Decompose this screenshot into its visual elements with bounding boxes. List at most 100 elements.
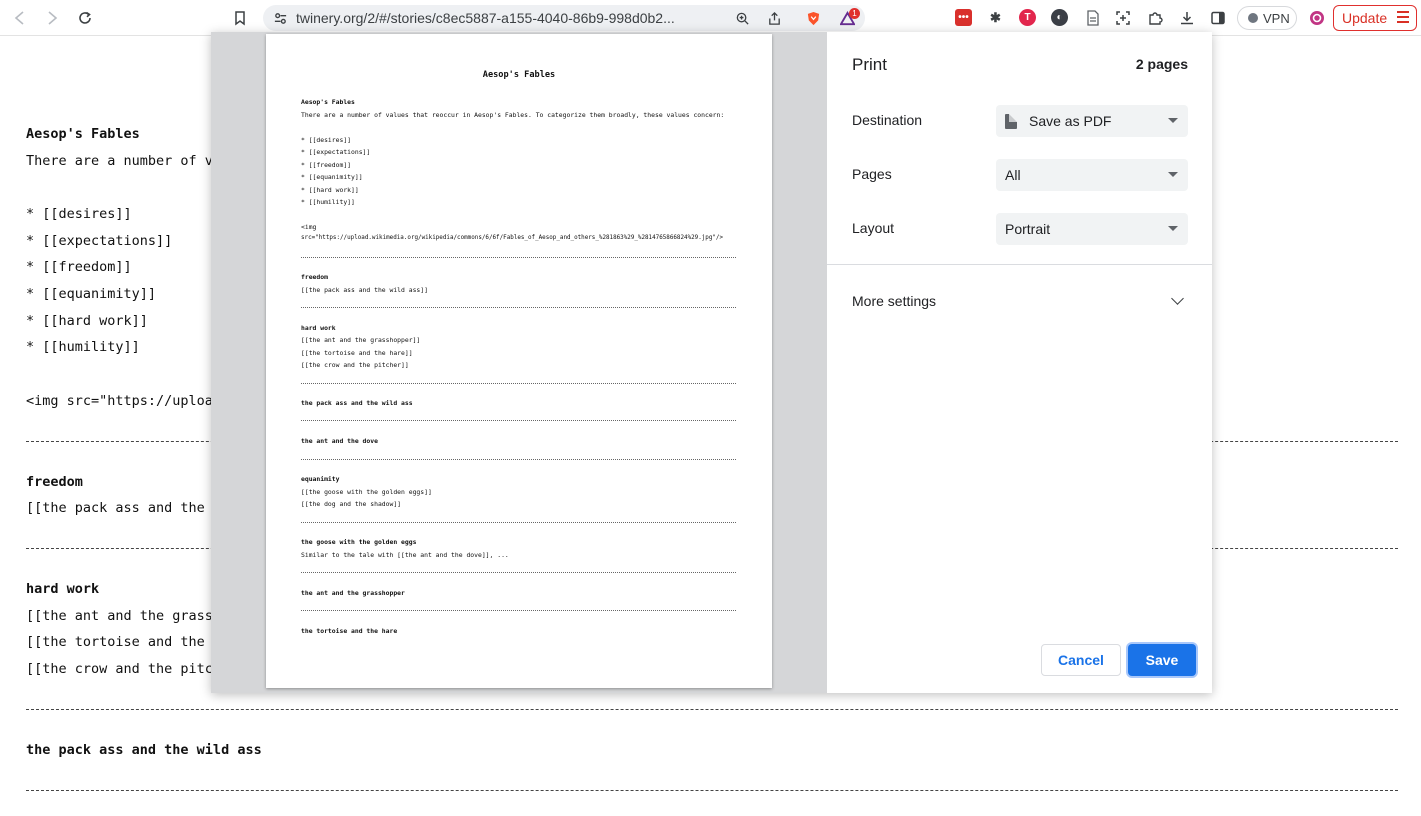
print-preview-area[interactable]: Aesop's Fables Aesop's Fables There are … bbox=[211, 32, 827, 693]
vpn-button[interactable]: VPN bbox=[1237, 6, 1297, 30]
passage-heading-hard-work: hard work bbox=[26, 581, 100, 597]
preview-img-src: src="https://upload.wikimedia.org/wikipe… bbox=[301, 235, 724, 241]
preview-link: [[the goose with the golden eggs]] bbox=[301, 488, 432, 496]
dropdown-caret-icon bbox=[1168, 226, 1178, 231]
layout-select[interactable]: Portrait bbox=[996, 213, 1188, 245]
passage-link[interactable]: [[the ant and the grassh bbox=[26, 608, 221, 624]
preview-divider bbox=[301, 307, 736, 308]
browser-toolbar: twinery.org/2/#/stories/c8ec5887-a155-40… bbox=[0, 0, 1421, 36]
dropdown-caret-icon bbox=[1168, 118, 1178, 123]
passage-heading-freedom: freedom bbox=[26, 474, 83, 490]
sidebar-icon[interactable] bbox=[1206, 6, 1230, 30]
preview-divider bbox=[301, 572, 736, 573]
list-item[interactable]: * [[humility]] bbox=[26, 339, 140, 355]
settings-divider bbox=[827, 264, 1212, 265]
ext-asterisk-icon[interactable]: ✱ bbox=[987, 9, 1004, 26]
preview-heading-tortoise: the tortoise and the hare bbox=[301, 627, 398, 635]
preview-link: [[the ant and the grasshopper]] bbox=[301, 336, 421, 344]
profile-avatar-icon[interactable] bbox=[1305, 6, 1329, 30]
preview-divider bbox=[301, 257, 736, 258]
pages-label: Pages bbox=[852, 166, 892, 182]
cancel-button[interactable]: Cancel bbox=[1041, 644, 1121, 676]
passage-link[interactable]: [[the pack ass and the w bbox=[26, 500, 221, 516]
list-item[interactable]: * [[hard work]] bbox=[26, 313, 148, 329]
dropdown-caret-icon bbox=[1168, 172, 1178, 177]
preview-list-item: * [[expectations]] bbox=[301, 148, 371, 156]
vpn-status-icon bbox=[1248, 13, 1258, 23]
bookmark-icon[interactable] bbox=[228, 6, 252, 30]
menu-icon bbox=[1397, 11, 1409, 26]
preview-list-item: * [[freedom]] bbox=[301, 161, 352, 169]
preview-divider bbox=[301, 610, 736, 611]
preview-divider bbox=[301, 420, 736, 421]
ext-t-icon[interactable]: T bbox=[1019, 9, 1036, 26]
preview-list-item: * [[equanimity]] bbox=[301, 173, 363, 181]
destination-value: Save as PDF bbox=[1029, 113, 1112, 129]
preview-img-open: <img bbox=[301, 223, 317, 231]
update-button[interactable]: Update bbox=[1333, 5, 1417, 31]
preview-heading-hard-work: hard work bbox=[301, 324, 336, 332]
brave-shields-icon[interactable] bbox=[805, 10, 821, 26]
preview-title: Aesop's Fables bbox=[482, 70, 556, 80]
story-title: Aesop's Fables bbox=[26, 126, 140, 142]
site-settings-icon[interactable] bbox=[272, 10, 288, 26]
preview-heading-ant-grasshopper: the ant and the grasshopper bbox=[301, 589, 405, 597]
chevron-down-icon[interactable] bbox=[1171, 292, 1184, 305]
page-count: 2 pages bbox=[1135, 56, 1188, 72]
update-label: Update bbox=[1342, 10, 1388, 26]
save-button[interactable]: Save bbox=[1128, 644, 1196, 676]
print-dialog: Aesop's Fables Aesop's Fables There are … bbox=[211, 32, 1212, 693]
pages-value: All bbox=[1005, 167, 1021, 183]
preview-divider bbox=[301, 383, 736, 384]
print-title: Print bbox=[852, 55, 887, 74]
preview-list-item: * [[desires]] bbox=[301, 136, 352, 144]
forward-icon[interactable] bbox=[40, 6, 64, 30]
vpn-label: VPN bbox=[1263, 10, 1290, 26]
preview-heading-ant-dove: the ant and the dove bbox=[301, 437, 378, 445]
share-icon[interactable] bbox=[766, 10, 782, 26]
pages-select[interactable]: All bbox=[996, 159, 1188, 191]
reload-icon[interactable] bbox=[73, 6, 97, 30]
list-item[interactable]: * [[equanimity]] bbox=[26, 286, 156, 302]
screenshot-icon[interactable] bbox=[1111, 6, 1135, 30]
url-text[interactable]: twinery.org/2/#/stories/c8ec5887-a155-40… bbox=[296, 10, 726, 26]
list-item[interactable]: * [[desires]] bbox=[26, 206, 132, 222]
preview-heading-equanimity: equanimity bbox=[301, 475, 340, 483]
extensions-icon[interactable] bbox=[1143, 6, 1167, 30]
destination-label: Destination bbox=[852, 112, 923, 128]
passage-link[interactable]: [[the tortoise and the h bbox=[26, 634, 221, 650]
preview-divider bbox=[301, 459, 736, 460]
preview-heading-pack-ass: the pack ass and the wild ass bbox=[301, 399, 413, 407]
story-intro: There are a number of va bbox=[26, 153, 222, 169]
list-item[interactable]: * [[freedom]] bbox=[26, 259, 132, 275]
ext-lastpass-icon[interactable]: ••• bbox=[955, 9, 972, 26]
layout-value: Portrait bbox=[1005, 221, 1051, 237]
layout-label: Layout bbox=[852, 220, 895, 236]
ext-document-icon[interactable] bbox=[1081, 6, 1105, 30]
preview-intro: There are a number of values that reoccu… bbox=[301, 111, 725, 119]
preview-link: [[the pack ass and the wild ass]] bbox=[301, 286, 428, 294]
preview-link: [[the crow and the pitcher]] bbox=[301, 361, 409, 369]
divider bbox=[26, 790, 1398, 791]
list-item[interactable]: * [[expectations]] bbox=[26, 233, 172, 249]
img-source-line: <img src="https://uploa bbox=[26, 393, 213, 409]
preview-page: Aesop's Fables Aesop's Fables There are … bbox=[266, 34, 772, 688]
zoom-icon[interactable] bbox=[734, 10, 750, 26]
passage-link[interactable]: [[the crow and the pitch bbox=[26, 661, 221, 677]
preview-divider bbox=[301, 522, 736, 523]
back-icon[interactable] bbox=[8, 6, 32, 30]
divider bbox=[26, 709, 1398, 710]
document-icon bbox=[1005, 113, 1017, 129]
download-icon[interactable] bbox=[1175, 6, 1199, 30]
preview-goose-text: Similar to the tale with [[the ant and t… bbox=[301, 551, 509, 559]
more-settings-toggle[interactable]: More settings bbox=[852, 293, 936, 309]
preview-list-item: * [[humility]] bbox=[301, 198, 355, 206]
destination-select[interactable]: Save as PDF bbox=[996, 105, 1188, 137]
preview-list-item: * [[hard work]] bbox=[301, 186, 359, 194]
print-settings-panel: Print 2 pages Destination Save as PDF Pa… bbox=[827, 32, 1212, 693]
preview-link: [[the dog and the shadow]] bbox=[301, 500, 402, 508]
preview-heading: Aesop's Fables bbox=[301, 98, 355, 106]
preview-heading-freedom: freedom bbox=[301, 273, 328, 281]
address-bar[interactable]: twinery.org/2/#/stories/c8ec5887-a155-40… bbox=[263, 5, 865, 31]
ext-color-icon[interactable]: ◐ bbox=[1051, 9, 1068, 26]
